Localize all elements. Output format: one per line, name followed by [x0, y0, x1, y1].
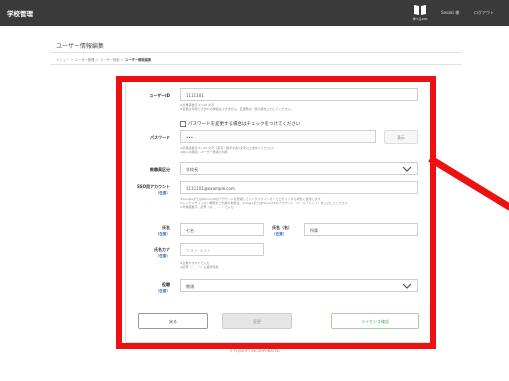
kana-name-help: ※全角カタカナで入力 ※記号（・、ー）も使用可能 [180, 261, 219, 269]
optional-tag: （任意） [272, 232, 287, 236]
breadcrumb-item-current: ユーザー情報編集 [124, 58, 152, 62]
sso-account-help: ※GoogleまたはMicrosoftのアカウントを登録してシングルサインオンで… [180, 197, 348, 209]
chevron-down-icon [402, 283, 412, 289]
optional-tag: （任意） [155, 191, 170, 195]
position-value: 教頭 [186, 284, 194, 289]
title-divider [50, 52, 462, 53]
user-menu[interactable]: Sasaki 様 [441, 10, 459, 16]
sso-account-label: SSO用アカウント （任意） [128, 184, 170, 196]
breadcrumb-item-user-management[interactable]: ユーザー管理 [75, 58, 95, 62]
kana-name-input[interactable]: ミスト エイト [180, 243, 264, 256]
breadcrumb: メニュー ＞ ユーザー管理 ＞ ユーザー検索 ＞ ユーザー情報編集 [56, 57, 151, 62]
back-button[interactable]: 戻る [138, 313, 208, 329]
first-name-label: 氏名（名） （任意） [272, 225, 292, 236]
brand-logo[interactable]: 学べる100 [411, 4, 429, 23]
breadcrumb-separator: ＞ [70, 58, 74, 62]
user-edit-form [125, 79, 436, 343]
sso-account-input[interactable]: 1111101@example.com [180, 181, 418, 194]
school-category-value: 学校長 [186, 167, 198, 172]
show-password-button[interactable]: 表示 [384, 130, 418, 144]
change-password-checkbox[interactable] [180, 121, 186, 127]
copyright-footer: © FUJISOFT INCORPORATED [229, 349, 280, 353]
breadcrumb-separator: ＞ [95, 58, 99, 62]
app-header: 学校管理 学べる100 Sasaki 様 ログアウト [0, 0, 509, 26]
school-category-label: 教職員区分 [150, 167, 170, 172]
first-name-input[interactable]: 所属 [304, 223, 418, 236]
kana-name-label: 氏名カナ （任意） [128, 247, 170, 259]
breadcrumb-item-menu[interactable]: メニュー [56, 58, 69, 62]
breadcrumb-divider [50, 64, 462, 65]
user-id-label: ユーザーID [149, 93, 170, 98]
page-title: ユーザー情報編集 [56, 43, 104, 50]
password-help: ※半角英数字 4〜16 文字（英字・数字を各1文字以上含めてください） ※本人の… [180, 146, 276, 154]
breadcrumb-item-user-search[interactable]: ユーザー検索 [100, 58, 120, 62]
user-id-help: ※半角英数字 4〜16 文字 ※変更は可能ですがIDの重複はできません。変更時は… [180, 103, 294, 111]
last-name-input[interactable]: 七名 [180, 223, 264, 236]
password-label: パスワード [150, 135, 170, 140]
optional-tag: （任意） [155, 254, 170, 258]
brand-logo-text: 学べる100 [412, 17, 428, 21]
last-name-label: 氏名 （任意） [128, 225, 170, 237]
optional-tag: （任意） [155, 289, 170, 293]
position-select[interactable]: 教頭 [180, 279, 418, 292]
license-check-button[interactable]: ライセンス確認 [331, 313, 419, 329]
password-input[interactable]: ••• [180, 130, 376, 143]
book-icon [414, 5, 426, 15]
app-title: 学校管理 [7, 10, 33, 18]
highlight-pointer-line [428, 155, 509, 211]
position-label: 役職 （任意） [128, 282, 170, 294]
breadcrumb-separator: ＞ [120, 58, 124, 62]
school-category-select[interactable]: 学校長 [180, 162, 418, 175]
change-button[interactable]: 変更 [222, 313, 292, 329]
chevron-down-icon [402, 166, 412, 172]
user-id-input[interactable]: 1111101 [180, 88, 418, 101]
logout-link[interactable]: ログアウト [474, 10, 494, 16]
change-password-label: パスワードを変更する場合はチェックをつけてください [188, 122, 301, 127]
optional-tag: （任意） [155, 232, 170, 236]
